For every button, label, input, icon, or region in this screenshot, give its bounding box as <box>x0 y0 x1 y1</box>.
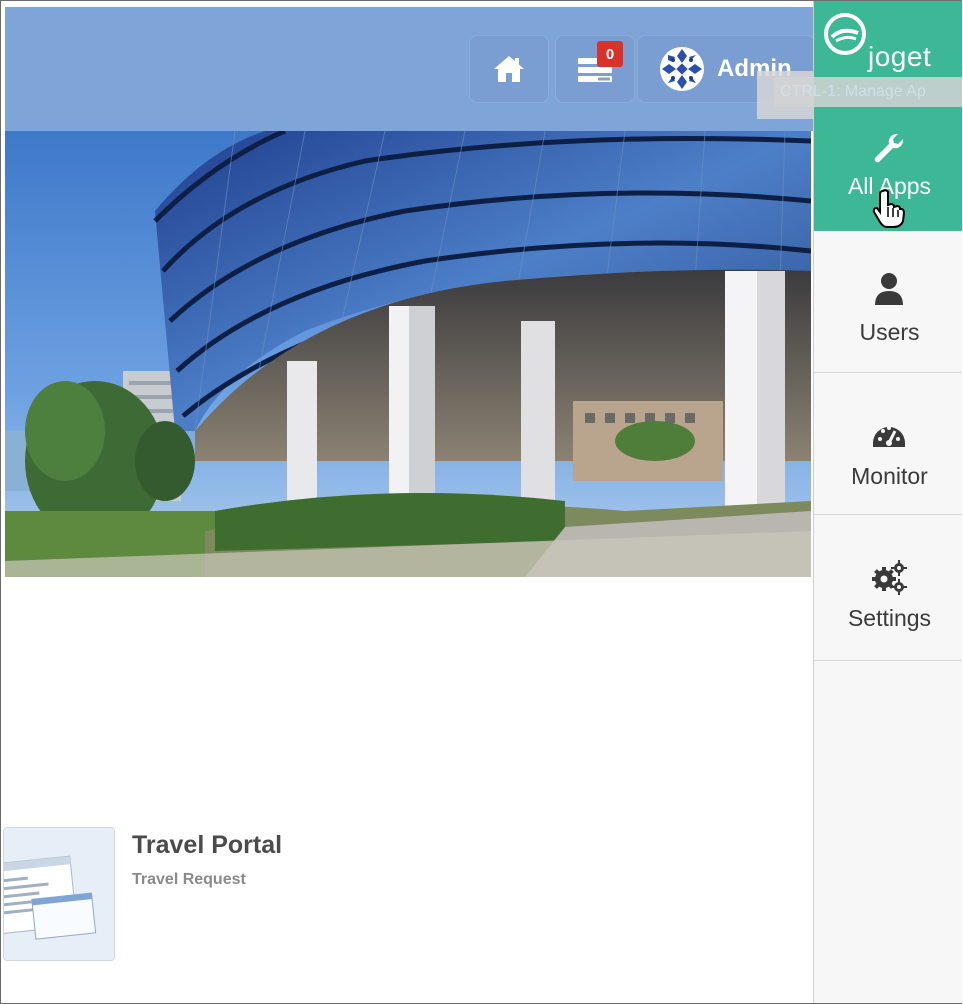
user-icon <box>875 273 903 305</box>
avatar <box>660 47 704 91</box>
inbox-count-badge: 0 <box>597 41 623 67</box>
app-thumbnail[interactable] <box>3 827 115 961</box>
app-frame: 0 Admin Travel Portal Travel Request jog… <box>0 0 962 1004</box>
home-icon <box>494 56 524 82</box>
dashboard-gauge-icon <box>873 426 905 447</box>
sidebar-item-label: Monitor <box>851 463 928 489</box>
app-title[interactable]: Travel Portal <box>132 831 282 860</box>
right-sidebar: joget CTRL-1: Manage Ap All Apps Users M… <box>774 1 962 1003</box>
building-photo <box>5 131 811 577</box>
sidebar-item-monitor[interactable]: Monitor <box>814 373 962 515</box>
app-thumbnail-image <box>4 828 114 960</box>
sidebar-item-users[interactable]: Users <box>814 231 962 373</box>
app-subtitle: Travel Request <box>132 871 246 888</box>
hand-pointer-cursor-icon <box>872 189 905 228</box>
wrench-icon <box>874 133 904 163</box>
home-button[interactable] <box>469 35 549 103</box>
hero-banner-image <box>5 131 811 577</box>
brand-name: joget <box>868 41 932 72</box>
joget-logo-icon <box>824 13 866 55</box>
sidebar-item-label: Users <box>859 319 920 345</box>
inbox-button[interactable]: 0 <box>555 35 635 103</box>
brand-header[interactable]: joget CTRL-1: Manage Ap <box>774 1 962 113</box>
top-header: 0 Admin <box>5 7 817 131</box>
tooltip-text: CTRL-1: Manage Ap <box>774 77 962 107</box>
cogs-icon <box>872 560 907 595</box>
sidebar-item-label: Settings <box>847 605 932 631</box>
sidebar-item-settings[interactable]: Settings <box>814 515 962 661</box>
